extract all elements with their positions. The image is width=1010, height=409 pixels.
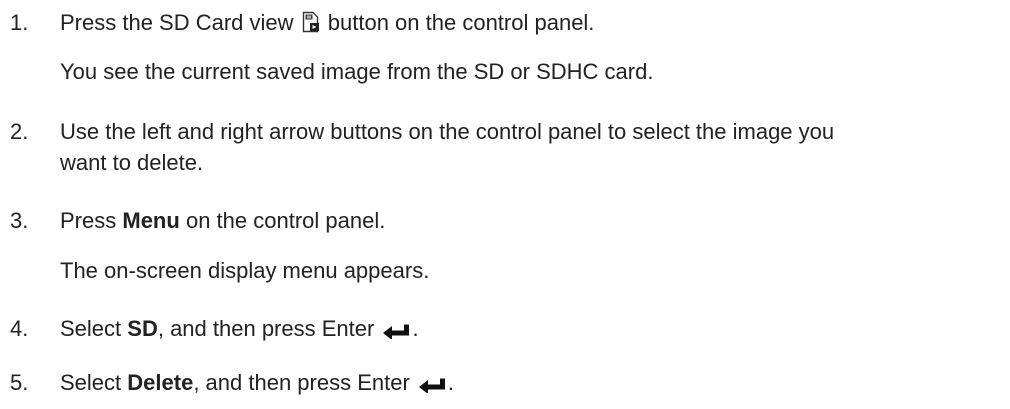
step-4-bold: SD [127,316,158,341]
step-4-pre: Select [60,316,122,341]
step-2-line-1: Use the left and right arrow buttons on … [60,119,835,144]
step-1-note-text: You see the current saved image from the… [60,59,654,84]
step-2-line-2: want to delete. [60,150,204,175]
step-3-bold: Menu [122,208,180,233]
step-5-post: , and then press Enter [193,370,410,395]
step-1-text: Press the SD Card view button on the con… [60,8,594,41]
enter-arrow-icon [418,371,446,401]
step-2-number: 2. [10,119,29,144]
step-1-pre: Press the SD Card view [60,10,294,35]
step-4-end: . [412,316,419,341]
step-5-number: 5. [10,370,29,395]
step-3-note-text: The on-screen display menu appears. [60,258,430,283]
step-3-text: Press Menu on the control panel. [60,206,385,236]
step-5-pre: Select [60,370,122,395]
sd-card-view-icon [302,11,320,41]
step-4-text: Select SD, and then press Enter . [60,314,419,347]
step-3-post: on the control panel. [185,208,386,233]
step-5-end: . [447,370,455,395]
step-1-number: 1. [10,10,29,35]
enter-arrow-icon [382,317,410,347]
step-3-pre: Press [60,208,117,233]
step-5-bold: Delete [127,370,194,395]
step-4-number: 4. [10,316,29,341]
step-1-post: button on the control panel. [327,10,595,35]
step-4-post: , and then press Enter [157,316,375,341]
step-5-text: Select Delete, and then press Enter . [60,368,454,401]
step-3-number: 3. [10,208,29,233]
